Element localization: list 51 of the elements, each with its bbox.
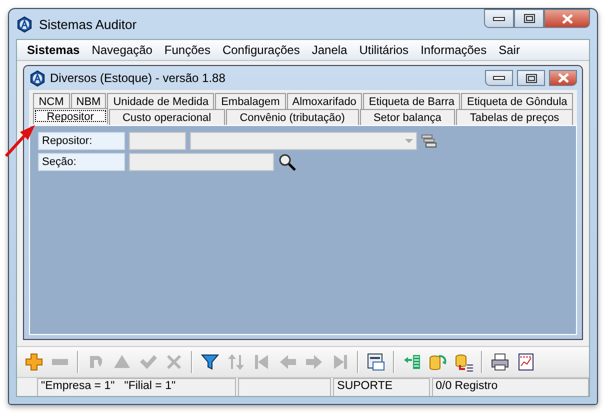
maximize-icon	[524, 14, 534, 23]
tab[interactable]: Embalagem	[215, 93, 286, 109]
menu-item[interactable]: Configurações	[216, 43, 306, 57]
dropdown-caret-icon	[405, 139, 413, 143]
add-icon[interactable]	[23, 351, 45, 373]
menu-item[interactable]: Utilitários	[353, 43, 415, 57]
minimize-button[interactable]	[485, 70, 513, 86]
menu-item[interactable]: Janela	[306, 43, 354, 57]
maximize-button[interactable]	[514, 9, 544, 28]
tab[interactable]: Repositor	[33, 108, 108, 124]
text-field[interactable]	[129, 153, 274, 171]
tab[interactable]: Setor balança	[360, 109, 456, 125]
app-logo-icon	[29, 70, 46, 86]
status-panel: SUPORTE	[333, 378, 430, 396]
list-icon[interactable]	[421, 134, 437, 148]
tab[interactable]: Unidade de Medida	[107, 93, 214, 109]
dropdown-field[interactable]	[190, 132, 417, 150]
menu-item[interactable]: Navegação	[86, 43, 158, 57]
maximize-icon	[526, 74, 536, 82]
field-label: Repositor:	[38, 132, 125, 150]
minimize-icon	[493, 16, 505, 22]
child-window-title: Diversos (Estoque) - versão 1.88	[50, 71, 226, 85]
tab[interactable]: Etiqueta de Barra	[363, 93, 460, 109]
close-icon	[562, 14, 572, 24]
tab[interactable]: Convênio (tributação)	[226, 109, 359, 125]
form-window-icon[interactable]	[365, 351, 387, 373]
close-icon	[558, 73, 568, 83]
menu-item[interactable]: Sistemas	[21, 43, 86, 57]
tab[interactable]: Almoxarifado	[286, 93, 362, 109]
tab[interactable]: NBM	[70, 93, 106, 109]
minimize-icon	[493, 75, 505, 81]
menu-item[interactable]: Informações	[414, 43, 493, 57]
field-label: Seção:	[38, 153, 125, 171]
printer-icon[interactable]	[489, 351, 511, 373]
minimize-button[interactable]	[484, 9, 514, 28]
tab[interactable]: Tabelas de preços	[456, 109, 573, 125]
tab[interactable]: Custo operacional	[108, 109, 225, 125]
pointer-arrow	[4, 122, 38, 158]
tab[interactable]: Etiqueta de Gôndula	[461, 93, 574, 109]
status-panel: "Empresa = 1" "Filial = 1"	[37, 378, 236, 396]
status-panel: 0/0 Registro	[432, 378, 589, 396]
app-logo-icon	[16, 16, 33, 32]
search-icon[interactable]	[278, 153, 296, 171]
code-field[interactable]	[129, 132, 186, 150]
tab[interactable]: NCM	[33, 93, 70, 109]
menu-item[interactable]: Sair	[492, 43, 526, 57]
close-button[interactable]	[544, 9, 590, 28]
close-button[interactable]	[549, 70, 577, 86]
menu-item[interactable]: Funções	[158, 43, 216, 57]
window-title: Sistemas Auditor	[39, 16, 137, 32]
maximize-button[interactable]	[517, 70, 545, 86]
